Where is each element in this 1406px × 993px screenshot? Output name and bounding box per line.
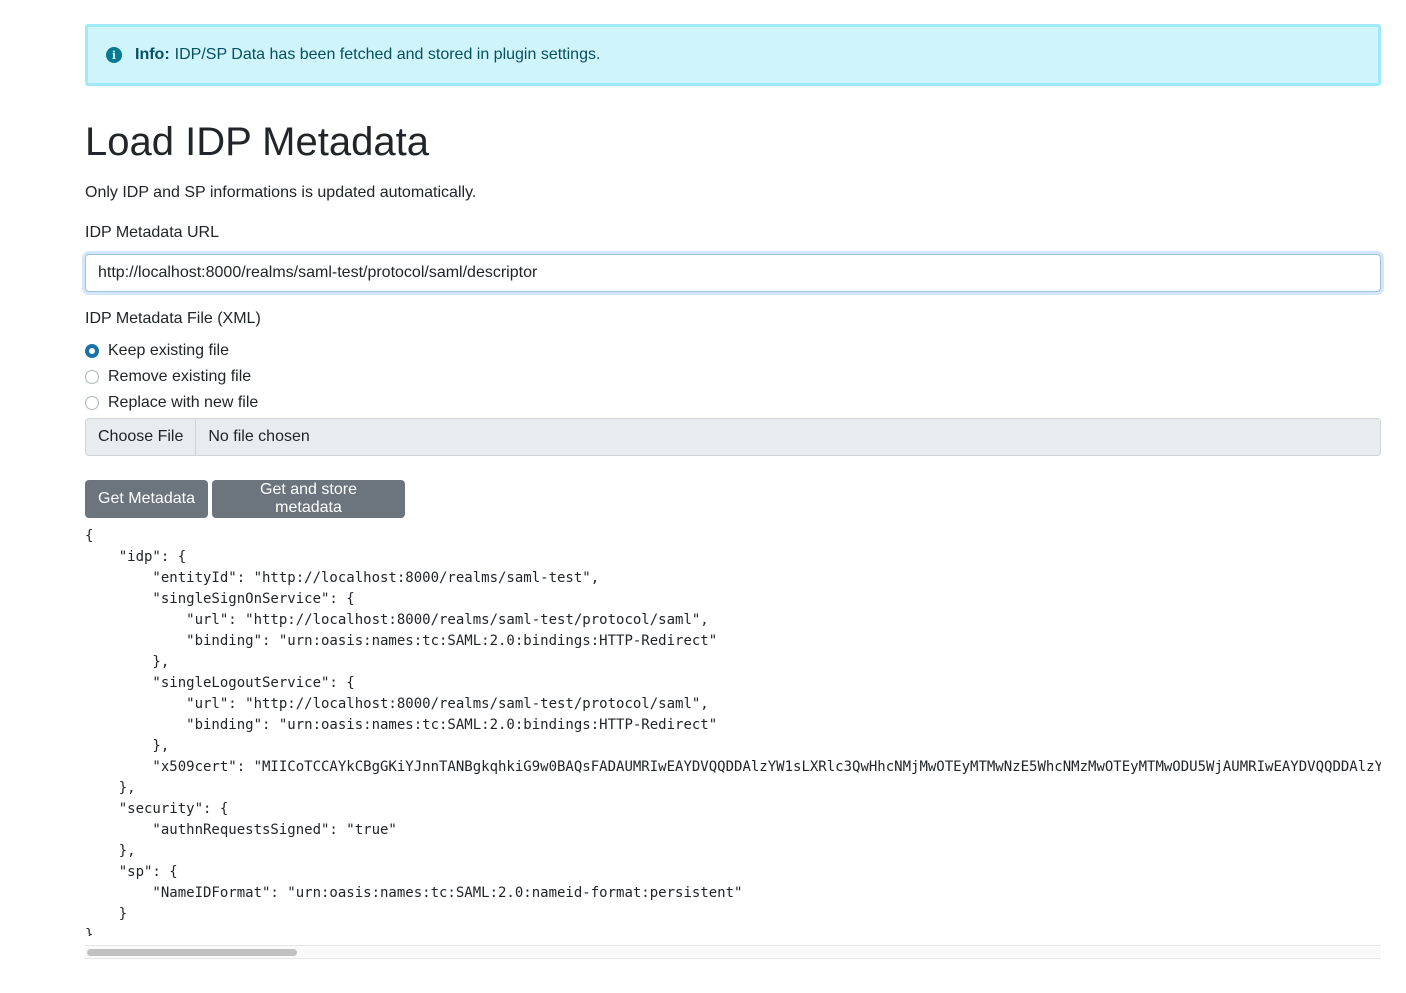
info-icon: i bbox=[106, 47, 122, 63]
radio-label-replace: Replace with new file bbox=[108, 394, 259, 411]
radio-label-keep: Keep existing file bbox=[108, 342, 229, 359]
main-container: i Info: IDP/SP Data has been fetched and… bbox=[85, 24, 1381, 959]
radio-label-remove: Remove existing file bbox=[108, 368, 252, 385]
alert-message: IDP/SP Data has been fetched and stored … bbox=[174, 46, 601, 63]
alert-label: Info: bbox=[135, 46, 170, 63]
page-subtitle: Only IDP and SP informations is updated … bbox=[85, 184, 477, 201]
idp-metadata-url-input[interactable] bbox=[85, 254, 1381, 292]
radio-button[interactable] bbox=[85, 370, 99, 384]
file-upload-input[interactable]: Choose File No file chosen bbox=[85, 418, 1381, 456]
metadata-output: { "idp": { "entityId": "http://localhost… bbox=[85, 528, 1381, 936]
get-metadata-button[interactable]: Get Metadata bbox=[85, 480, 208, 518]
url-field-label: IDP Metadata URL bbox=[85, 224, 219, 241]
file-status: No file chosen bbox=[208, 428, 310, 445]
info-alert: i Info: IDP/SP Data has been fetched and… bbox=[85, 24, 1381, 86]
scrollbar-thumb[interactable] bbox=[87, 949, 297, 956]
page-title: Load IDP Metadata bbox=[85, 120, 429, 164]
radio-keep-existing[interactable]: Keep existing file bbox=[85, 342, 229, 360]
get-and-store-metadata-button[interactable]: Get and store metadata bbox=[212, 480, 405, 518]
horizontal-scrollbar[interactable] bbox=[85, 945, 1381, 959]
radio-button-checked[interactable] bbox=[85, 344, 99, 358]
radio-replace-new[interactable]: Replace with new file bbox=[85, 394, 258, 412]
choose-file-button[interactable]: Choose File bbox=[86, 419, 197, 455]
radio-button[interactable] bbox=[85, 396, 99, 410]
radio-remove-existing[interactable]: Remove existing file bbox=[85, 368, 251, 386]
file-field-label: IDP Metadata File (XML) bbox=[85, 310, 261, 327]
